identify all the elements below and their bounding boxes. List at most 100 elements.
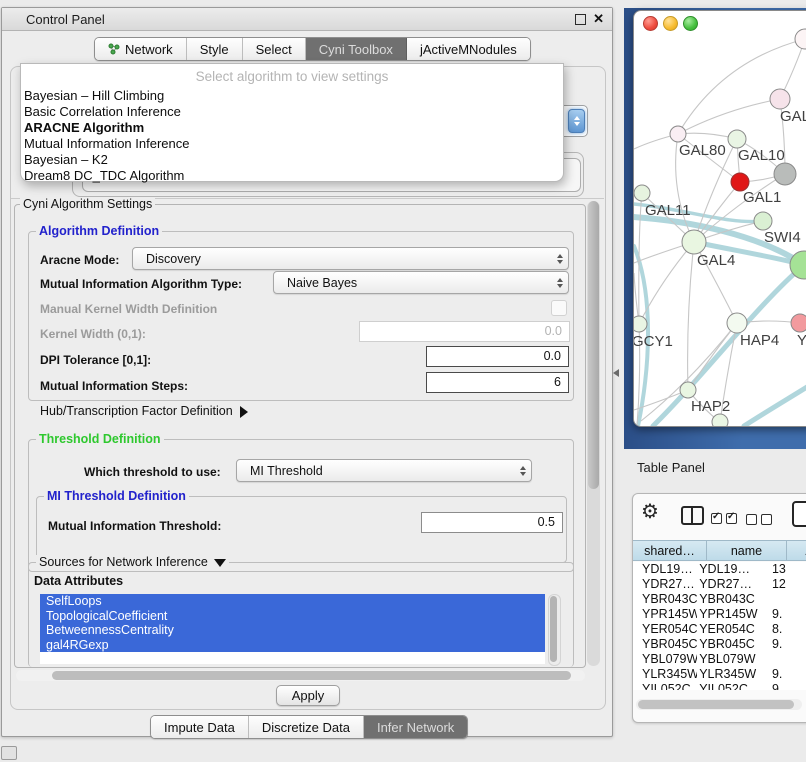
column-header-a[interactable]: A [787,540,806,561]
algorithm-option-dream8-dc-tdc-algorithm[interactable]: Dream8 DC_TDC Algorithm [21,168,563,184]
network-node-gal7[interactable] [770,89,790,109]
network-node-hap2[interactable] [680,382,696,398]
table-row[interactable]: YDL19…YDL19…13 [633,562,806,577]
network-node-gcy1[interactable] [634,316,647,332]
network-edge-thick[interactable] [744,387,806,426]
table-cell: 9. [759,667,806,682]
dropdown-placeholder: Select algorithm to view settings [21,69,563,84]
attribute-gal4rgexp[interactable]: gal4RGexp [40,638,545,653]
algorithm-option-bayesian-k2[interactable]: Bayesian – K2 [21,152,563,168]
table-row[interactable]: YER054CYER054C8. [633,622,806,637]
settings-scrollbar-thumb[interactable] [588,201,599,489]
float-window-icon[interactable] [575,14,586,25]
sources-disclosure[interactable]: Sources for Network Inference [36,555,229,569]
table-row[interactable]: YDR27…YDR27…12 [633,577,806,592]
collapsed-panel-icon[interactable] [1,746,17,760]
aracne-mode-select[interactable]: Discovery [132,247,569,270]
node-label-y: Y [797,332,806,349]
attribute-topologicalcoefficient[interactable]: TopologicalCoefficient [40,609,545,624]
column-header-shared[interactable]: shared… [633,540,707,561]
table-cell: YBR045C [633,637,697,652]
network-node-y[interactable] [791,314,806,332]
tab-cyni-toolbox[interactable]: Cyni Toolbox [306,38,407,60]
node-label-gcy1: GCY1 [634,333,673,350]
network-node-gal4[interactable] [682,230,706,254]
network-node-swi4[interactable] [754,212,772,230]
table-row[interactable]: YIL052CYIL052C9. [633,682,806,690]
attributes-scrollbar[interactable] [548,594,561,666]
node-label-gal1: GAL1 [743,189,781,206]
table-cell: YDL19… [697,562,759,577]
table-options-partial-icon[interactable] [792,501,806,527]
which-threshold-select[interactable]: MI Threshold [236,459,532,482]
attributes-scrollbar-thumb[interactable] [550,596,557,662]
select-all-checks-icon[interactable] [711,511,741,529]
table-row[interactable]: YBR045CYBR045C9. [633,637,806,652]
control-panel-window: Control Panel ✕ NetworkStyleSelectCyni T… [1,7,613,737]
table-cell: YBL079W [633,652,697,667]
algorithm-option-basic-correlation-inference[interactable]: Basic Correlation Inference [21,104,563,120]
gear-icon[interactable]: ⚙ [641,502,659,522]
tab-discretize-data[interactable]: Discretize Data [249,716,364,738]
table-cell: YPR145W [633,607,697,622]
table-hscrollbar-thumb[interactable] [638,700,794,709]
column-layout-icon[interactable] [681,506,704,525]
node-label-hap4: HAP4 [740,332,779,349]
table-cell: YDL19… [633,562,697,577]
network-node-gal10[interactable] [728,130,746,148]
network-node-gal11[interactable] [634,185,650,201]
table-horizontal-scrollbar[interactable] [636,699,802,710]
data-attributes-list[interactable]: SelfLoopsTopologicalCoefficientBetweenne… [40,594,545,664]
algorithm-option-aracne-algorithm[interactable]: ARACNE Algorithm [21,120,563,136]
table-row[interactable]: YBR043CYBR043C [633,592,806,607]
network-node[interactable] [795,29,806,49]
table-row[interactable]: YLR345WYLR345W9. [633,667,806,682]
mi-type-select[interactable]: Naive Bayes [273,271,569,294]
table-cell: YER054C [697,622,759,637]
kernel-width-field[interactable]: 0.0 [359,321,570,342]
deselect-all-icon[interactable] [746,512,776,530]
network-edge[interactable] [678,99,780,134]
kernel-width-label: Kernel Width (0,1): [40,327,146,341]
network-node[interactable] [712,414,728,426]
splitpane-collapse-icon[interactable] [613,369,619,377]
dpi-tolerance-field[interactable]: 0.0 [426,346,569,367]
algorithm-option-mutual-information-inference[interactable]: Mutual Information Inference [21,136,563,152]
bottom-tab-bar: Impute DataDiscretize DataInfer Network [150,715,468,739]
manual-kernel-checkbox[interactable] [551,300,567,316]
settings-vertical-scrollbar[interactable] [587,201,600,666]
table-cell: YDR27… [697,577,759,592]
table-cell: 9. [759,607,806,622]
tab-infer-network[interactable]: Infer Network [364,716,467,738]
table-row[interactable]: YPR145WYPR145W9. [633,607,806,622]
network-edge[interactable] [688,323,737,390]
network-canvas[interactable]: GAL7GAL80GAL10GAL1GAL11SWI4GAL4GCY1HAP4Y… [634,11,806,426]
tab-select[interactable]: Select [243,38,306,60]
settings-horizontal-scrollbar[interactable] [16,670,585,681]
mi-steps-field[interactable]: 6 [426,372,569,393]
network-node[interactable] [774,163,796,185]
network-node-gal80[interactable] [670,126,686,142]
tab-style[interactable]: Style [187,38,243,60]
stepper-arrows-icon [514,466,531,476]
algorithm-option-bayesian-hill-climbing[interactable]: Bayesian – Hill Climbing [21,88,563,104]
manual-kernel-label: Manual Kernel Width Definition [40,302,217,316]
table-cell: YBR043C [633,592,697,607]
attribute-betweennesscentrality[interactable]: BetweennessCentrality [40,623,545,638]
tab-jactivemnodules[interactable]: jActiveMNodules [407,38,530,60]
mi-threshold-field[interactable]: 0.5 [421,512,563,533]
combo-stepper-icon[interactable] [568,109,585,133]
tab-network[interactable]: Network [95,38,187,60]
column-header-name[interactable]: name [707,540,787,561]
table-row[interactable]: YBL079WYBL079W [633,652,806,667]
stepper-arrows-icon [551,278,568,288]
node-label-gal4: GAL4 [697,252,735,269]
hub-definition-disclosure[interactable]: Hub/Transcription Factor Definition [40,404,248,418]
network-node-hap4[interactable] [727,313,747,333]
settings-hscrollbar-thumb[interactable] [52,671,571,680]
close-icon[interactable]: ✕ [593,11,604,27]
network-edge[interactable] [688,242,694,390]
apply-button[interactable]: Apply [276,685,340,706]
tab-impute-data[interactable]: Impute Data [151,716,249,738]
attribute-selfloops[interactable]: SelfLoops [40,594,545,609]
